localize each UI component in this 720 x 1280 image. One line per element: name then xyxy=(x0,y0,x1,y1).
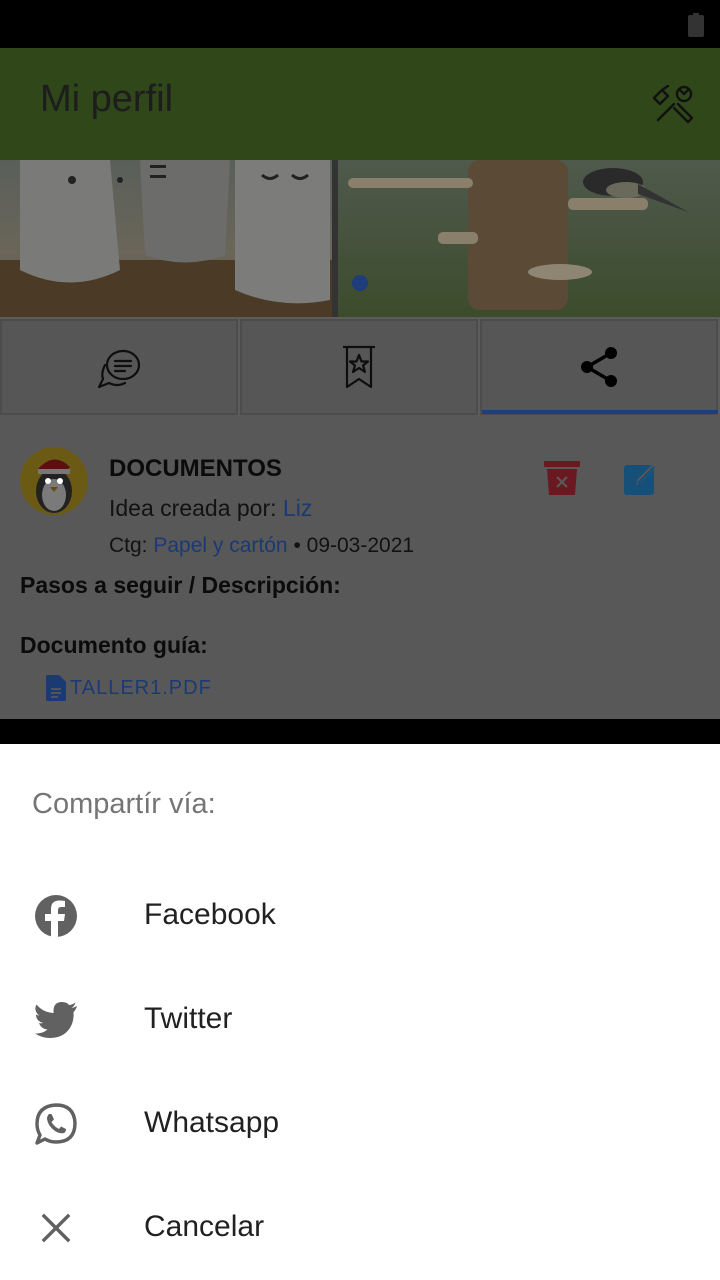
close-icon xyxy=(41,1213,71,1243)
tab-share[interactable] xyxy=(480,319,718,415)
share-option-label: Cancelar xyxy=(144,1210,265,1243)
bookmark-star-icon xyxy=(343,345,375,389)
app-bar: Mi perfil xyxy=(0,48,720,160)
edit-icon[interactable] xyxy=(624,461,658,495)
battery-icon xyxy=(688,13,704,37)
idea-author: Idea creada por: Liz xyxy=(109,495,312,522)
share-sheet-title: Compartír vía: xyxy=(32,788,216,820)
share-option-label: Twitter xyxy=(144,1002,233,1035)
carousel-image-bottle-cats xyxy=(0,160,332,317)
avatar[interactable] xyxy=(20,447,88,515)
share-option-facebook[interactable]: Facebook xyxy=(0,864,720,968)
share-option-cancel[interactable]: Cancelar xyxy=(0,1176,720,1280)
page-title: Mi perfil xyxy=(40,78,174,120)
whatsapp-icon xyxy=(35,1103,77,1145)
comments-icon xyxy=(97,349,141,389)
category-link[interactable]: Papel y cartón xyxy=(153,534,287,557)
tab-bar xyxy=(0,317,720,415)
active-tab-indicator xyxy=(482,410,718,414)
guide-document-filename: TALLER1.PDF xyxy=(70,676,212,699)
share-option-whatsapp[interactable]: Whatsapp xyxy=(0,1072,720,1176)
tools-icon[interactable] xyxy=(652,84,694,126)
guide-document-label: Documento guía: xyxy=(20,632,208,658)
status-bar xyxy=(0,0,720,48)
share-option-label: Facebook xyxy=(144,898,276,931)
share-option-twitter[interactable]: Twitter xyxy=(0,968,720,1072)
tab-comments[interactable] xyxy=(0,319,238,415)
facebook-icon xyxy=(35,895,77,938)
share-bottom-sheet: Compartír vía: Facebook Twitter Whatsapp… xyxy=(0,744,720,1280)
idea-title: DOCUMENTOS xyxy=(109,455,282,482)
idea-category-date: Ctg: Papel y cartón • 09-03-2021 xyxy=(109,534,414,558)
image-carousel[interactable] xyxy=(0,160,720,317)
tab-favorites[interactable] xyxy=(240,319,478,415)
date-separator: • xyxy=(287,534,307,557)
share-icon xyxy=(581,347,617,387)
delete-icon[interactable] xyxy=(544,459,580,497)
carousel-indicator-dot[interactable] xyxy=(352,275,368,291)
guide-document-link[interactable]: TALLER1.PDF xyxy=(46,675,212,701)
carousel-image-bird-feeder xyxy=(338,160,720,317)
steps-label: Pasos a seguir / Descripción: xyxy=(20,572,341,598)
share-option-label: Whatsapp xyxy=(144,1106,280,1139)
category-prefix: Ctg: xyxy=(109,534,154,557)
author-prefix: Idea creada por: xyxy=(109,495,283,521)
file-icon xyxy=(46,675,66,701)
author-link[interactable]: Liz xyxy=(283,495,312,521)
idea-date: 09-03-2021 xyxy=(306,534,415,557)
twitter-icon xyxy=(35,1002,77,1038)
idea-card: DOCUMENTOS Idea creada por: Liz Ctg: Pap… xyxy=(0,415,720,719)
